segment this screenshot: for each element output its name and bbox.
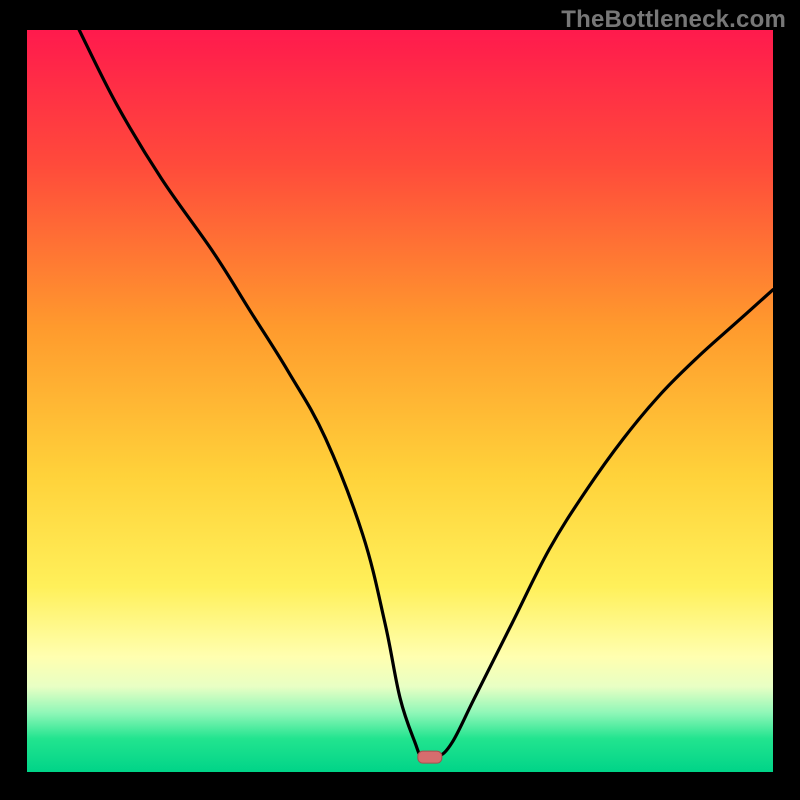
- watermark-text: TheBottleneck.com: [561, 6, 786, 34]
- plot-area: [27, 30, 773, 772]
- plot-svg: [27, 30, 773, 772]
- chart-frame: TheBottleneck.com: [0, 0, 800, 800]
- minimum-marker: [418, 751, 442, 763]
